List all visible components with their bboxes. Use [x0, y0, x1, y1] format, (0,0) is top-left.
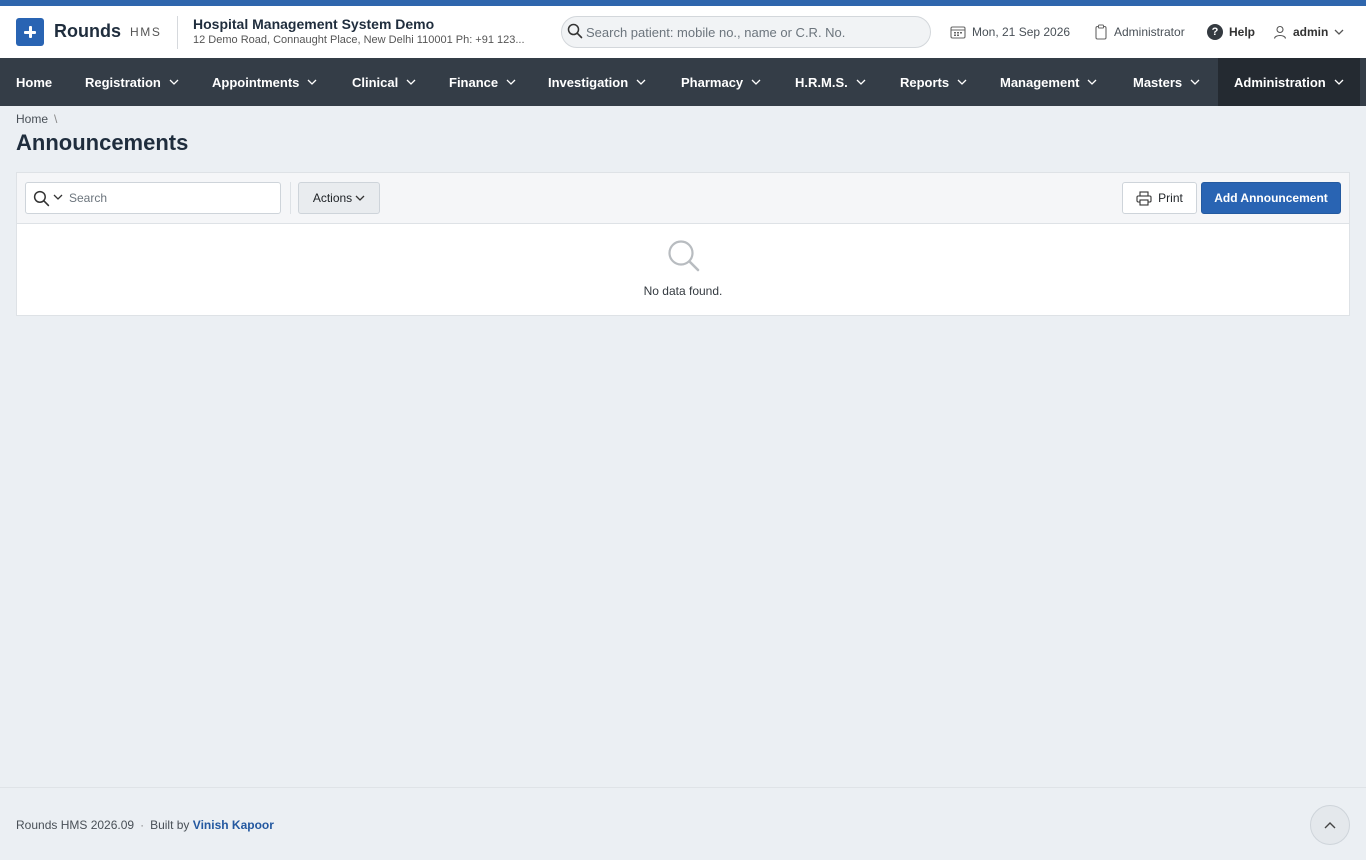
nav-label: Registration	[85, 74, 161, 90]
actions-label: Actions	[312, 191, 353, 205]
user-menu[interactable]: admin	[1273, 24, 1344, 40]
chevron-down-icon	[636, 79, 646, 85]
nav-item-finance[interactable]: Finance	[433, 58, 532, 106]
app-header: Rounds HMS Hospital Management System De…	[0, 6, 1366, 58]
nav-label: Finance	[449, 74, 499, 90]
add-announcement-button[interactable]: Add Announcement	[1201, 182, 1341, 214]
footer-text: Rounds HMS 2026.09 · Built by Vinish Kapoo…	[16, 818, 274, 832]
page-title: Announcements	[16, 130, 189, 155]
table-toolbar: Actions Print Add Announcement	[17, 173, 1349, 224]
nav-item-home[interactable]: Home	[0, 58, 68, 106]
plus-logo-icon[interactable]	[16, 18, 44, 46]
empty-state-text: No data found.	[643, 284, 723, 298]
clipboard-icon	[1094, 24, 1108, 40]
printer-icon	[1136, 190, 1152, 206]
nav-label: Home	[16, 74, 53, 90]
nav-item-reports[interactable]: Reports	[884, 58, 983, 106]
header-role-text: Administrator	[1114, 25, 1185, 39]
footer: Rounds HMS 2026.09 · Built by Vinish Kapoo…	[0, 787, 1366, 860]
author-link[interactable]: Vinish Kapoor	[193, 818, 274, 832]
brand-name[interactable]: Rounds	[54, 21, 121, 42]
table-search-input[interactable]	[69, 184, 269, 212]
user-icon	[1273, 25, 1287, 39]
chevron-down-icon	[355, 195, 365, 201]
search-icon[interactable]	[33, 190, 50, 207]
chevron-down-icon	[1334, 29, 1344, 35]
header-date[interactable]: Mon, 21 Sep 2026	[950, 24, 1070, 40]
chevron-down-icon	[957, 79, 967, 85]
main-nav: Home Registration Appointments Clinical …	[0, 58, 1366, 106]
table-search[interactable]	[25, 182, 281, 214]
calendar-icon	[950, 25, 966, 39]
scroll-to-top-button[interactable]	[1310, 805, 1350, 845]
nav-item-appointments[interactable]: Appointments	[196, 58, 333, 106]
nav-label: Administration	[1234, 74, 1326, 90]
nav-item-administration[interactable]: Administration	[1218, 58, 1360, 106]
header-divider	[177, 16, 178, 49]
nav-item-pharmacy[interactable]: Pharmacy	[665, 58, 777, 106]
chevron-up-icon	[1324, 816, 1336, 834]
hospital-name: Hospital Management System Demo	[193, 16, 435, 32]
nav-item-management[interactable]: Management	[984, 58, 1113, 106]
chevron-down-icon	[1190, 79, 1200, 85]
print-button[interactable]: Print	[1122, 182, 1197, 214]
chevron-down-icon	[169, 79, 179, 85]
chevron-down-icon	[307, 79, 317, 85]
nav-label: Management	[1000, 74, 1080, 90]
breadcrumb: Home \	[16, 112, 57, 126]
print-label: Print	[1158, 191, 1183, 205]
chevron-down-icon	[751, 79, 761, 85]
actions-dropdown-button[interactable]: Actions	[298, 182, 380, 214]
patient-search-input[interactable]	[586, 18, 921, 46]
chevron-down-icon	[856, 79, 866, 85]
chevron-down-icon	[406, 79, 416, 85]
announcements-table-card: Actions Print Add Announcement No data f…	[16, 172, 1350, 316]
breadcrumb-separator: \	[54, 112, 58, 126]
nav-item-investigation[interactable]: Investigation	[532, 58, 662, 106]
nav-item-hrms[interactable]: H.R.M.S.	[779, 58, 882, 106]
footer-dot: ·	[140, 818, 145, 832]
nav-label: Pharmacy	[681, 74, 744, 90]
nav-item-registration[interactable]: Registration	[69, 58, 195, 106]
brand-sub: HMS	[130, 25, 162, 39]
nav-label: Masters	[1133, 74, 1183, 90]
chevron-down-icon[interactable]	[53, 194, 63, 200]
patient-search-bar[interactable]	[561, 16, 931, 48]
toolbar-divider	[290, 182, 291, 214]
nav-label: Appointments	[212, 74, 300, 90]
chevron-down-icon	[1334, 79, 1344, 85]
nav-label: H.R.M.S.	[795, 74, 848, 90]
nav-item-masters[interactable]: Masters	[1117, 58, 1216, 106]
breadcrumb-home[interactable]: Home	[16, 112, 48, 126]
footer-built-by: Built by	[150, 818, 190, 832]
nav-label: Reports	[900, 74, 950, 90]
search-icon	[567, 23, 583, 44]
help-label: Help	[1229, 25, 1256, 39]
chevron-down-icon	[506, 79, 516, 85]
magnifier-empty-icon	[667, 239, 701, 278]
chevron-down-icon	[1087, 79, 1097, 85]
help-link[interactable]: ? Help	[1207, 24, 1255, 40]
hospital-address: 12 Demo Road, Connaught Place, New Delhi…	[193, 34, 525, 46]
nav-label: Investigation	[548, 74, 629, 90]
help-icon: ?	[1207, 24, 1223, 40]
header-role[interactable]: Administrator	[1094, 24, 1185, 40]
user-name: admin	[1293, 25, 1329, 39]
nav-label: Clinical	[352, 74, 399, 90]
nav-item-clinical[interactable]: Clinical	[336, 58, 432, 106]
footer-version: Rounds HMS 2026.09	[16, 818, 135, 832]
header-date-text: Mon, 21 Sep 2026	[972, 25, 1071, 39]
